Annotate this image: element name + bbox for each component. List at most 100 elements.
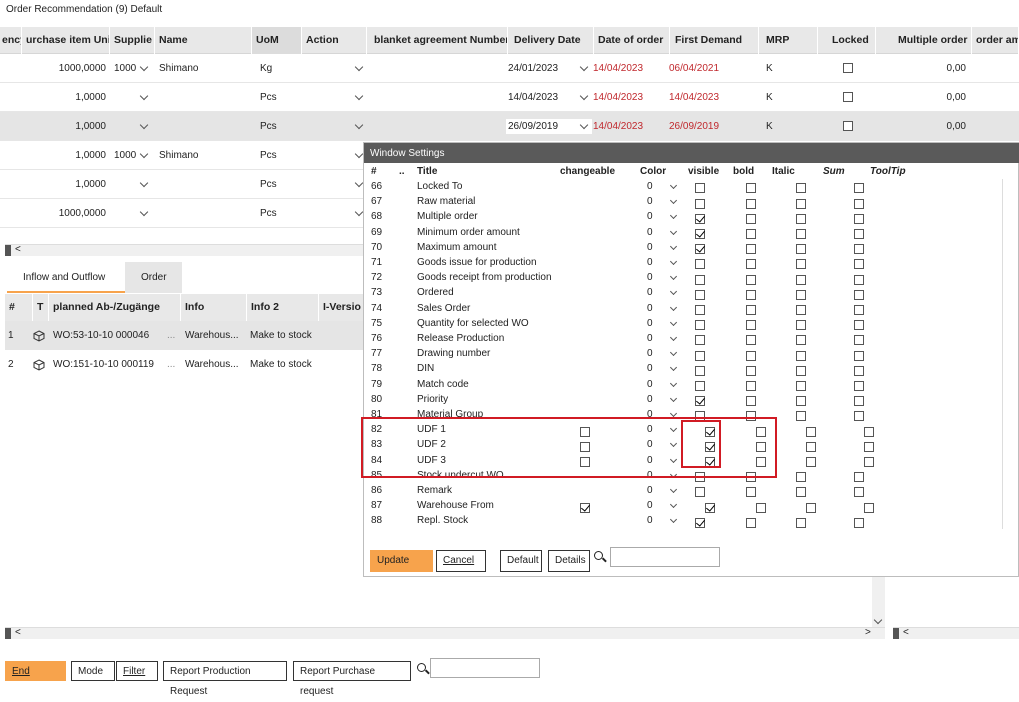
search-icon[interactable] xyxy=(594,551,603,560)
italic-checkbox[interactable] xyxy=(796,289,806,300)
lower-horizontal-scrollbar[interactable]: < > xyxy=(5,627,885,639)
col-tooltip[interactable]: ToolTip xyxy=(870,165,906,179)
visible-checkbox[interactable] xyxy=(695,487,705,498)
sum-checkbox[interactable] xyxy=(864,426,874,437)
search-icon[interactable] xyxy=(417,663,426,672)
main-horizontal-scrollbar[interactable]: < xyxy=(5,244,365,256)
sum-checkbox[interactable] xyxy=(854,472,864,483)
bold-checkbox[interactable] xyxy=(746,259,756,270)
italic-checkbox[interactable] xyxy=(796,320,806,331)
visible-checkbox[interactable] xyxy=(695,183,705,194)
col-color[interactable]: Color xyxy=(640,165,666,179)
sum-checkbox[interactable] xyxy=(854,289,864,300)
settings-row[interactable]: 87 Warehouse From 0 xyxy=(364,498,1004,513)
col-index[interactable]: # xyxy=(371,165,377,179)
italic-checkbox[interactable] xyxy=(796,244,806,255)
settings-row[interactable]: 68 Multiple order 0 xyxy=(364,209,1004,224)
col-version[interactable]: I-Versio xyxy=(319,294,365,321)
col-delivery-date[interactable]: Delivery Date xyxy=(510,27,594,54)
settings-row[interactable]: 74 Sales Order 0 xyxy=(364,301,1004,316)
chevron-down-icon[interactable] xyxy=(669,394,678,402)
settings-row[interactable]: 66 Locked To 0 xyxy=(364,179,1004,194)
row-color[interactable]: 0 xyxy=(647,285,653,300)
chevron-down-icon[interactable] xyxy=(354,149,364,159)
visible-checkbox[interactable] xyxy=(695,380,705,391)
visible-checkbox[interactable] xyxy=(695,198,705,209)
row-color[interactable]: 0 xyxy=(647,270,653,285)
chevron-down-icon[interactable] xyxy=(354,120,364,130)
chevron-down-icon[interactable] xyxy=(669,303,678,311)
col-planned[interactable]: planned Ab-/Zugänge xyxy=(49,294,181,321)
italic-checkbox[interactable] xyxy=(796,274,806,285)
right-horizontal-scrollbar[interactable]: < xyxy=(893,627,1019,639)
col-dots[interactable]: .. xyxy=(399,165,405,179)
report-production-button[interactable]: Report Production Request xyxy=(163,661,287,697)
sum-checkbox[interactable] xyxy=(854,183,864,194)
visible-checkbox[interactable] xyxy=(695,335,705,346)
col-info[interactable]: Info xyxy=(181,294,247,321)
settings-row[interactable]: 69 Minimum order amount 0 xyxy=(364,225,1004,240)
italic-checkbox[interactable] xyxy=(796,228,806,239)
sum-checkbox[interactable] xyxy=(854,487,864,498)
chevron-down-icon[interactable] xyxy=(139,149,149,159)
italic-checkbox[interactable] xyxy=(796,380,806,391)
end-button[interactable]: End xyxy=(5,661,66,681)
col-uom[interactable]: UoM xyxy=(252,27,302,54)
chevron-down-icon[interactable] xyxy=(669,379,678,387)
col-purchase-unit[interactable]: urchase item Unit xyxy=(22,27,110,54)
chevron-down-icon[interactable] xyxy=(669,181,678,190)
row-color[interactable]: 0 xyxy=(647,209,653,224)
chevron-down-icon[interactable] xyxy=(669,349,678,357)
bold-checkbox[interactable] xyxy=(746,244,756,255)
cell-delivery[interactable]: 14/04/2023 xyxy=(508,83,558,112)
chevron-down-icon[interactable] xyxy=(669,501,678,509)
settings-row[interactable]: 67 Raw material 0 xyxy=(364,194,1004,209)
col-mrp[interactable]: MRP xyxy=(762,27,818,54)
settings-row[interactable]: 78 DIN 0 xyxy=(364,361,1004,376)
chevron-down-icon[interactable] xyxy=(669,485,678,494)
chevron-down-icon[interactable] xyxy=(354,91,364,101)
cell-delivery[interactable]: 24/01/2023 xyxy=(508,54,558,83)
col-ency[interactable]: ency xyxy=(0,27,22,54)
chevron-down-icon[interactable] xyxy=(669,242,678,250)
italic-checkbox[interactable] xyxy=(796,487,806,498)
sum-checkbox[interactable] xyxy=(854,228,864,239)
col-info2[interactable]: Info 2 xyxy=(247,294,319,321)
bold-checkbox[interactable] xyxy=(746,396,756,407)
italic-checkbox[interactable] xyxy=(806,502,816,513)
locked-checkbox[interactable] xyxy=(843,121,853,132)
chevron-down-icon[interactable] xyxy=(139,178,149,188)
bold-checkbox[interactable] xyxy=(746,274,756,285)
col-action[interactable]: Action xyxy=(302,27,367,54)
visible-checkbox[interactable] xyxy=(695,244,705,255)
visible-checkbox[interactable] xyxy=(695,517,705,528)
sum-checkbox[interactable] xyxy=(854,274,864,285)
default-button[interactable]: Default xyxy=(500,550,542,572)
col-first-demand[interactable]: First Demand xyxy=(671,27,759,54)
italic-checkbox[interactable] xyxy=(796,335,806,346)
bold-checkbox[interactable] xyxy=(746,487,756,498)
sum-checkbox[interactable] xyxy=(854,213,864,224)
sum-checkbox[interactable] xyxy=(854,244,864,255)
visible-checkbox[interactable] xyxy=(695,304,705,315)
chevron-down-icon[interactable] xyxy=(669,197,678,205)
sum-checkbox[interactable] xyxy=(854,396,864,407)
row-color[interactable]: 0 xyxy=(647,316,653,331)
cell-delivery[interactable]: 26/09/2019 xyxy=(508,112,558,141)
scroll-left-arrow[interactable]: < xyxy=(15,244,21,255)
chevron-down-icon[interactable] xyxy=(669,273,678,281)
details-button[interactable]: Details xyxy=(548,550,590,572)
sum-checkbox[interactable] xyxy=(864,441,874,452)
chevron-down-icon[interactable] xyxy=(669,318,678,326)
chevron-down-icon[interactable] xyxy=(669,288,678,296)
italic-checkbox[interactable] xyxy=(796,213,806,224)
row-color[interactable]: 0 xyxy=(647,225,653,240)
sum-checkbox[interactable] xyxy=(854,304,864,315)
chevron-down-icon[interactable] xyxy=(669,257,678,266)
table-row[interactable]: 1000,0000 1000 Shimano Kg 24/01/2023 14/… xyxy=(0,54,1019,83)
sum-checkbox[interactable] xyxy=(854,380,864,391)
row-color[interactable]: 0 xyxy=(647,255,653,270)
scrollbar-thumb[interactable] xyxy=(5,628,11,639)
sum-checkbox[interactable] xyxy=(854,259,864,270)
col-blanket[interactable]: blanket agreement Number xyxy=(370,27,508,54)
